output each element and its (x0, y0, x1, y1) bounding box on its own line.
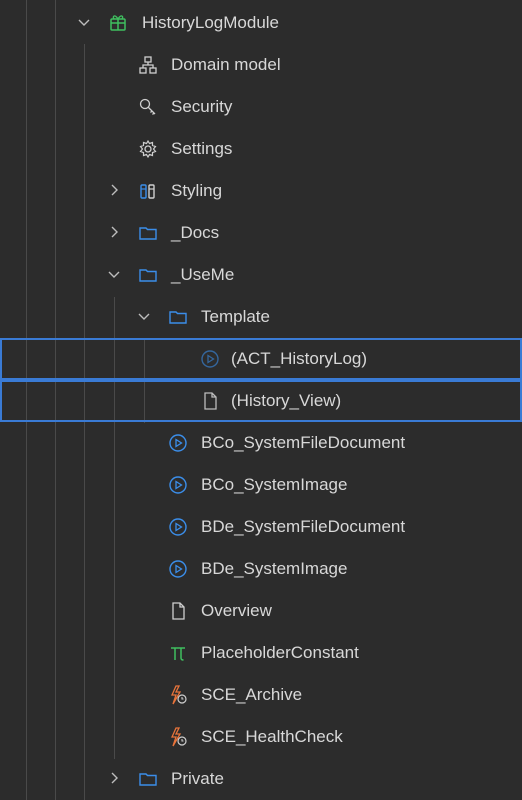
tree-item-label: Domain model (171, 55, 281, 74)
tree-item-domain-model[interactable]: Domain model (0, 44, 522, 86)
tree-item-security[interactable]: Security (0, 86, 522, 128)
tree-item-overview[interactable]: Overview (0, 590, 522, 632)
tree-item-label: SCE_Archive (201, 685, 303, 704)
tree-item-template-folder[interactable]: Template (0, 296, 522, 338)
tree-item-settings[interactable]: Settings (0, 128, 522, 170)
tree-item-sce-healthcheck[interactable]: SCE_HealthCheck (0, 716, 522, 758)
tree-item-bco-systemfiledocument[interactable]: BCo_SystemFileDocument (0, 422, 522, 464)
tree-item-label: _UseMe (171, 265, 235, 284)
tree-item-docs-folder[interactable]: _Docs (0, 212, 522, 254)
gear-icon (138, 139, 158, 159)
chevron-down-icon[interactable] (76, 14, 92, 30)
folder-icon (168, 307, 188, 327)
tree-item-label: BCo_SystemFileDocument (201, 433, 406, 452)
scheduled-event-icon (168, 685, 188, 705)
tree-item-label: BCo_SystemImage (201, 475, 348, 494)
tree-item-styling[interactable]: Styling (0, 170, 522, 212)
module-icon (108, 13, 128, 33)
tree-item-label: (History_View) (231, 391, 342, 410)
domain-model-icon (138, 55, 158, 75)
tree-item-placeholderconstant[interactable]: PlaceholderConstant (0, 632, 522, 674)
tree-item-label: Settings (171, 139, 233, 158)
chevron-down-icon[interactable] (106, 266, 122, 282)
tree-item-label: PlaceholderConstant (201, 643, 359, 662)
tree-item-bde-systemimage[interactable]: BDe_SystemImage (0, 548, 522, 590)
microflow-icon (168, 559, 188, 579)
tree-item-private-folder[interactable]: Private (0, 758, 522, 800)
key-icon (138, 97, 158, 117)
page-icon (200, 391, 220, 411)
tree-item-label: Template (201, 307, 270, 326)
chevron-right-icon[interactable] (106, 770, 122, 786)
tree-item-label: HistoryLogModule (142, 13, 280, 32)
chevron-down-icon[interactable] (136, 308, 152, 324)
constant-pi-icon (168, 643, 188, 663)
tree-item-historylogmodule[interactable]: HistoryLogModule (0, 2, 522, 44)
page-icon (168, 601, 188, 621)
microflow-icon (168, 517, 188, 537)
tree-item-label: BDe_SystemFileDocument (201, 517, 406, 536)
scheduled-event-icon (168, 727, 188, 747)
tree-item-label: BDe_SystemImage (201, 559, 348, 578)
tree-item-label: Styling (171, 181, 223, 200)
tree-item-sce-archive[interactable]: SCE_Archive (0, 674, 522, 716)
tree-item-bde-systemfiledocument[interactable]: BDe_SystemFileDocument (0, 506, 522, 548)
tree-item-label: Private (171, 769, 224, 788)
folder-icon (138, 223, 158, 243)
chevron-right-icon[interactable] (106, 224, 122, 240)
tree-item-label: Security (171, 97, 233, 116)
tree-item-label: SCE_HealthCheck (201, 727, 343, 746)
folder-icon (138, 769, 158, 789)
tree-item-bco-systemimage[interactable]: BCo_SystemImage (0, 464, 522, 506)
microflow-icon (168, 433, 188, 453)
microflow-icon (200, 349, 220, 369)
tree-item-label: (ACT_HistoryLog) (231, 349, 368, 368)
tree-item-label: _Docs (171, 223, 220, 242)
chevron-right-icon[interactable] (106, 182, 122, 198)
project-explorer-tree: HistoryLogModule Domain model Security S… (0, 0, 522, 800)
tree-item-history-view[interactable]: (History_View) (0, 380, 522, 422)
styling-icon (138, 181, 158, 201)
microflow-icon (168, 475, 188, 495)
tree-item-act-historylog[interactable]: (ACT_HistoryLog) (0, 338, 522, 380)
tree-item-label: Overview (201, 601, 272, 620)
tree-item-useme-folder[interactable]: _UseMe (0, 254, 522, 296)
folder-icon (138, 265, 158, 285)
